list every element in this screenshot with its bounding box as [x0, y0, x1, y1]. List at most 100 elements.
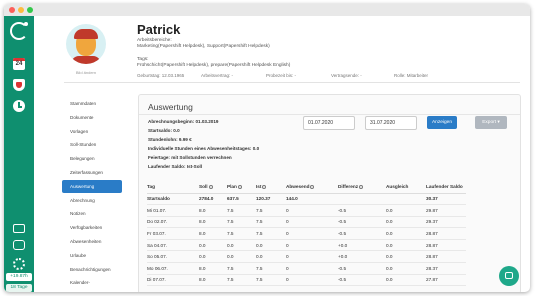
date-to-input[interactable]: 31.07.2020: [365, 116, 417, 130]
date-from-input[interactable]: 01.07.2020: [303, 116, 355, 130]
column-header: Ausgleich: [386, 181, 426, 194]
calendar-day: 24: [15, 61, 23, 67]
column-header: Abwesend: [286, 181, 338, 194]
table-cell: 0.0: [227, 239, 256, 252]
individual-hours: Individuelle Stunden eines Abwesenheitst…: [148, 146, 260, 151]
subnav-item[interactable]: Notizen: [62, 207, 122, 220]
table-cell: 637.5: [227, 193, 256, 206]
evaluation-panel: Auswertung Abrechnungsbeginn: 01.03.2019…: [138, 94, 521, 292]
chat-icon[interactable]: [13, 240, 25, 250]
subnav-item[interactable]: Dokumente: [62, 111, 122, 124]
table-cell: 0.0: [256, 239, 286, 252]
running-balance-setting: Laufender Saldo: Ist-Soll: [148, 164, 203, 169]
table-body: Startsaldo 2784.0 637.5 120.37 144.0 30.37 Mi …: [147, 193, 466, 287]
subnav-item[interactable]: Verfügbarkeiten: [62, 221, 122, 234]
close-window-button[interactable]: [9, 7, 15, 13]
column-header-label: Abwesend: [286, 184, 310, 190]
info-icon[interactable]: [208, 185, 213, 190]
export-button[interactable]: Export ▾: [475, 116, 507, 129]
table-cell: 0.0: [256, 250, 286, 264]
table-cell: +0.0: [338, 250, 386, 264]
table-cell: 0: [286, 227, 338, 240]
tags-value: Frühschicht(Papershift Helpdesk), prepar…: [137, 63, 291, 68]
table-cell: Mo 06.07.: [147, 262, 199, 275]
subnav-item[interactable]: Abrechnung: [62, 194, 122, 207]
table-cell: 8.0: [199, 227, 227, 240]
subnav-item[interactable]: Benachrichtigungen: [62, 263, 122, 276]
table-cell: 7.5: [256, 274, 286, 287]
chat-bubble-icon: [505, 272, 513, 279]
table-cell: [338, 193, 386, 206]
info-icon[interactable]: [237, 185, 242, 190]
avatar[interactable]: [66, 24, 106, 64]
column-header: Plan: [227, 181, 256, 194]
table-cell: 8.0: [199, 274, 227, 287]
mail-icon[interactable]: [13, 224, 25, 233]
table-cell: Sa 04.07.: [147, 239, 199, 252]
show-button[interactable]: Anzeigen: [427, 116, 457, 129]
table-cell: 0.0: [199, 250, 227, 264]
table-cell: Startsaldo: [147, 193, 199, 206]
table-cell: 7.5: [227, 227, 256, 240]
clock-icon[interactable]: [13, 100, 25, 112]
calendar-icon[interactable]: 24: [13, 58, 25, 70]
table-cell: 0.0: [386, 216, 426, 229]
table-row: Mo 06.07. 8.0 7.5 7.5 0 -0.5 0.0 28.37: [147, 262, 466, 275]
table-cell: 0.0: [386, 239, 426, 252]
subnav-item[interactable]: Stammdaten: [62, 97, 122, 110]
hourly-wage: Stundenlohn: 9.99 €: [148, 137, 192, 142]
subnav-item[interactable]: Abwesenheiten: [62, 235, 122, 248]
subnav-item[interactable]: Belegungen: [62, 152, 122, 165]
table-cell: 28.87: [426, 250, 466, 264]
hours-balance-badge[interactable]: +19.87h: [6, 273, 32, 281]
panel-divider: [139, 114, 520, 115]
title-bar: [4, 4, 530, 16]
table-cell: 8.0: [199, 204, 227, 217]
table-cell: 29.87: [426, 204, 466, 217]
evaluation-table: Tag Soll Plan Ist Abwesend Differenz Ausgleich…: [147, 181, 466, 287]
change-image-link[interactable]: Bild ändern: [68, 70, 104, 75]
minimize-window-button[interactable]: [18, 7, 24, 13]
info-icon[interactable]: [359, 185, 364, 190]
shield-icon[interactable]: [13, 79, 25, 91]
subnav-item[interactable]: Vorlagen: [62, 125, 122, 138]
birthday: Geburtstag: 12.03.1965: [137, 73, 185, 78]
subnav-item[interactable]: Auswertung: [62, 179, 122, 193]
gear-icon[interactable]: [13, 258, 25, 270]
start-balance: Startsaldo: 0.0: [148, 128, 180, 133]
table-cell: 0: [286, 239, 338, 252]
table-cell: [386, 193, 426, 206]
table-cell: 28.37: [426, 262, 466, 275]
employee-name: Patrick: [137, 22, 181, 37]
app-window: 24 +19.87h 18 Tage Bild ändern Patrick A…: [4, 4, 530, 292]
info-icon[interactable]: [310, 185, 315, 190]
maximize-window-button[interactable]: [27, 7, 33, 13]
table-cell: 0.0: [199, 239, 227, 252]
employee-subnav: Stammdaten Dokumente Vorlagen Soll-Stunden B…: [62, 97, 122, 290]
support-chat-button[interactable]: [499, 266, 519, 286]
column-header-label: Tag: [147, 184, 155, 190]
subnav-item[interactable]: Kalender-Synchronisierung: [62, 276, 122, 289]
table-cell: -0.5: [338, 216, 386, 229]
column-header-label: Plan: [227, 184, 237, 190]
avatar-hair: [74, 29, 98, 39]
contract-end: Vertragsende: -: [331, 73, 362, 78]
column-header: Laufender Saldo: [426, 181, 466, 194]
table-row: Di 07.07. 8.0 7.5 7.5 0 -0.5 0.0 27.87: [147, 274, 466, 287]
table-cell: 2784.0: [199, 193, 227, 206]
info-icon[interactable]: [262, 185, 267, 190]
table-cell: 0.0: [227, 250, 256, 264]
column-header: Soll: [199, 181, 227, 194]
table-cell: 0.0: [386, 250, 426, 264]
table-cell: 0: [286, 216, 338, 229]
table-cell: 0: [286, 250, 338, 264]
table-cell: Fr 03.07.: [147, 227, 199, 240]
days-badge[interactable]: 18 Tage: [6, 284, 32, 292]
holidays-setting: Feiertage: mit Sollstunden verrechnen: [148, 155, 232, 160]
subnav-item[interactable]: Zeiterfassungen: [62, 166, 122, 179]
table-cell: -0.5: [338, 274, 386, 287]
table-cell: 0.0: [386, 262, 426, 275]
subnav-item[interactable]: Urlaube: [62, 249, 122, 262]
table-cell: -0.5: [338, 227, 386, 240]
subnav-item[interactable]: Soll-Stunden: [62, 138, 122, 151]
